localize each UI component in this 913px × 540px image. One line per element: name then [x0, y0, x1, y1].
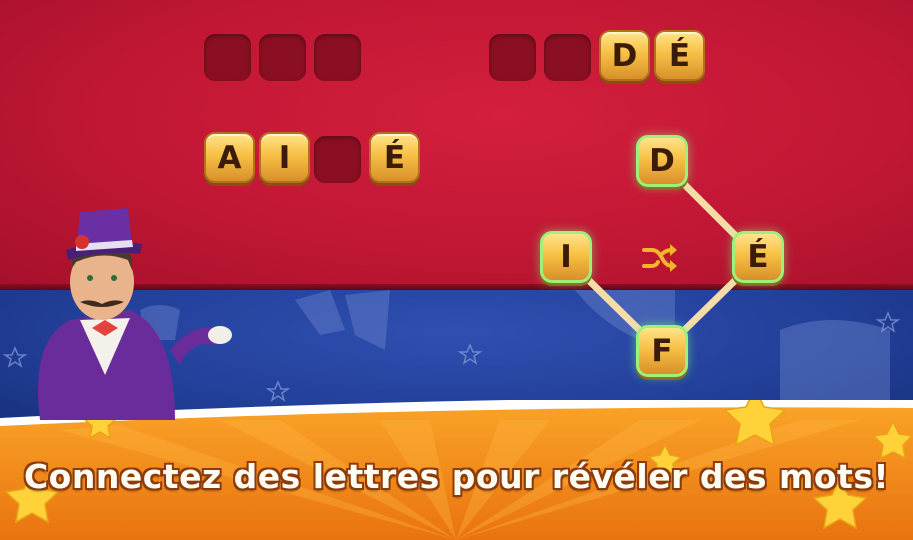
- answer-tile: D: [599, 30, 650, 81]
- answer-tile: I: [259, 132, 310, 183]
- answer-tile: [489, 34, 536, 81]
- answer-tile: [204, 34, 251, 81]
- answer-tile: [314, 136, 361, 183]
- wheel-letter[interactable]: I: [540, 231, 592, 283]
- wheel-letter[interactable]: D: [636, 135, 688, 187]
- shuffle-icon: [642, 244, 677, 272]
- shuffle-button[interactable]: [640, 240, 678, 276]
- answer-tile: É: [654, 30, 705, 81]
- wheel-letter[interactable]: F: [636, 325, 688, 377]
- answer-tile: [314, 34, 361, 81]
- answer-tile: [544, 34, 591, 81]
- answer-tile: [259, 34, 306, 81]
- tagline-caption: Connectez des lettres pour révéler des m…: [23, 457, 890, 496]
- answer-tile: A: [204, 132, 255, 183]
- answer-tile: É: [369, 132, 420, 183]
- ringmaster-character: [38, 208, 232, 420]
- game-screen: D É A I É D I É F Connectez des lettres …: [0, 0, 913, 540]
- wheel-letter[interactable]: É: [732, 231, 784, 283]
